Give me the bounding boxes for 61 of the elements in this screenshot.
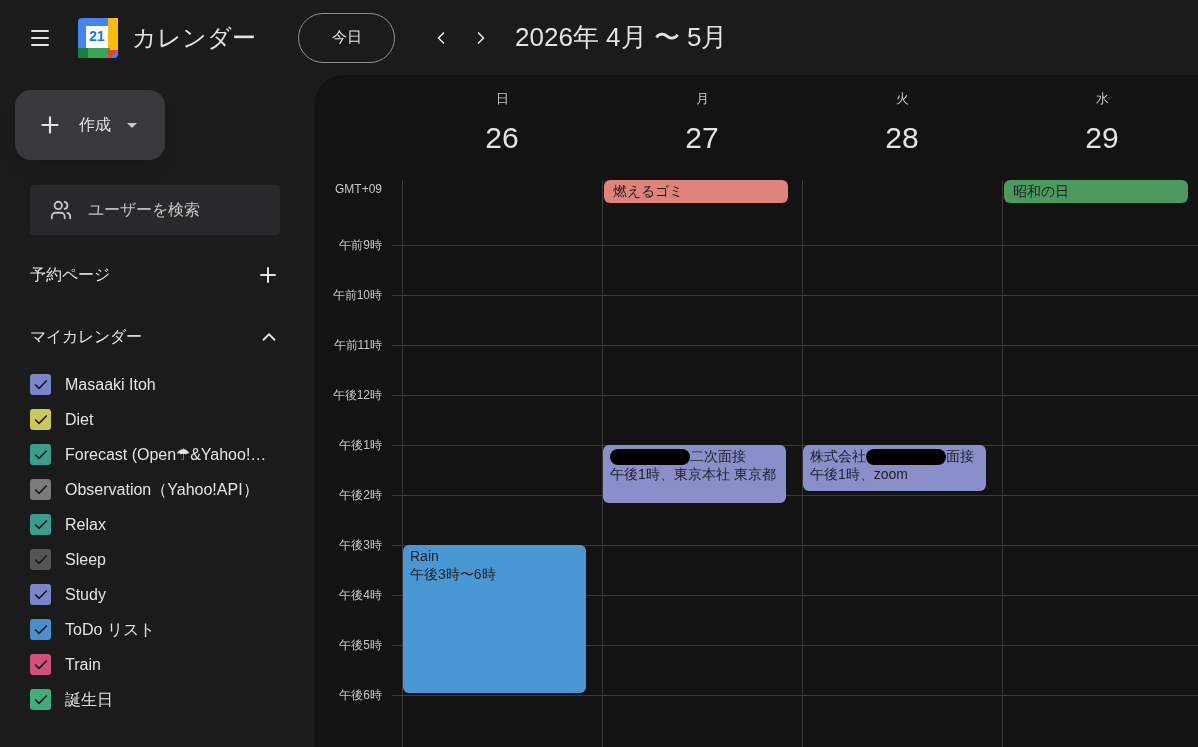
- calendar-checkbox[interactable]: [30, 374, 51, 395]
- day-number[interactable]: 28: [885, 114, 919, 160]
- event-title: Rain: [410, 547, 440, 565]
- people-search-field[interactable]: ユーザーを検索: [30, 185, 280, 235]
- dropdown-caret-icon: [127, 122, 137, 128]
- calendar-checkbox[interactable]: [30, 514, 51, 535]
- event-title: 二次面接: [610, 447, 779, 466]
- event-title: 株式会社 面接: [810, 447, 975, 466]
- hour-label: 午前11時: [333, 337, 382, 354]
- all-day-event[interactable]: 昭和の日: [1004, 180, 1188, 203]
- calendar-checkbox[interactable]: [30, 409, 51, 430]
- event-time: 午後1時、東京本社 東京都: [610, 465, 777, 484]
- calendar-name: 誕生日: [65, 689, 113, 710]
- calendar-name: Sleep: [65, 549, 106, 570]
- timezone-label: GMT+09: [335, 181, 382, 198]
- all-day-event[interactable]: 燃えるゴミ: [604, 180, 788, 203]
- calendar-checkbox[interactable]: [30, 654, 51, 675]
- hour-label: 午前10時: [332, 287, 382, 304]
- today-button[interactable]: 今日: [298, 12, 395, 63]
- weekday-label: 水: [1095, 90, 1109, 108]
- hour-label: 午後3時: [339, 537, 382, 554]
- calendar-checkbox[interactable]: [30, 479, 51, 500]
- event-card[interactable]: Rain 午後3時〜6時: [403, 545, 586, 693]
- calendar-checkbox[interactable]: [30, 584, 51, 605]
- weekday-label: 火: [895, 90, 909, 108]
- calendar-checkbox[interactable]: [30, 549, 51, 570]
- day-number[interactable]: 27: [685, 114, 719, 160]
- app-title: カレンダー: [132, 22, 256, 53]
- calendar-logo-icon: [78, 17, 118, 58]
- my-calendars-heading: マイカレンダー: [30, 327, 142, 347]
- calendar-checkbox[interactable]: [30, 444, 51, 465]
- event-time: 午後3時〜6時: [410, 565, 497, 583]
- hour-label: 午後6時: [339, 687, 382, 704]
- booking-pages-heading: 予約ページ: [30, 265, 110, 285]
- calendar-name: Masaaki Itoh: [65, 374, 156, 395]
- calendar-name: Study: [65, 584, 106, 605]
- hour-label: 午後5時: [339, 637, 382, 654]
- day-number[interactable]: 29: [1085, 114, 1119, 160]
- hour-label: 午後2時: [339, 487, 382, 504]
- create-button[interactable]: 作成: [15, 90, 165, 160]
- weekday-label: 月: [695, 90, 709, 108]
- calendar-name: Train: [65, 654, 101, 675]
- date-range-title: 2026年 4月 〜 5月: [515, 21, 728, 54]
- weekday-label: 日: [495, 90, 509, 108]
- calendar-checkbox[interactable]: [30, 689, 51, 710]
- calendar-name: Observation（Yahoo!API）: [65, 479, 259, 500]
- calendar-name: Forecast (Open☂&Yahoo!…: [65, 444, 267, 465]
- calendar-name: ToDo リスト: [65, 619, 155, 640]
- logo-number: 21: [88, 27, 106, 46]
- hour-label: 午後4時: [339, 587, 382, 604]
- calendar-name: Relax: [65, 514, 106, 535]
- calendar-name: Diet: [65, 409, 94, 430]
- day-number[interactable]: 26: [485, 114, 519, 160]
- hour-label: 午後1時: [339, 437, 382, 454]
- event-card[interactable]: 二次面接 午後1時、東京本社 東京都: [603, 445, 786, 503]
- event-time: 午後1時、zoom: [810, 465, 910, 484]
- hour-label: 午後12時: [332, 387, 382, 404]
- hour-label: 午前9時: [339, 237, 382, 254]
- people-icon: [50, 199, 72, 221]
- calendar-checkbox[interactable]: [30, 619, 51, 640]
- event-card[interactable]: 株式会社 面接 午後1時、zoom: [803, 445, 986, 491]
